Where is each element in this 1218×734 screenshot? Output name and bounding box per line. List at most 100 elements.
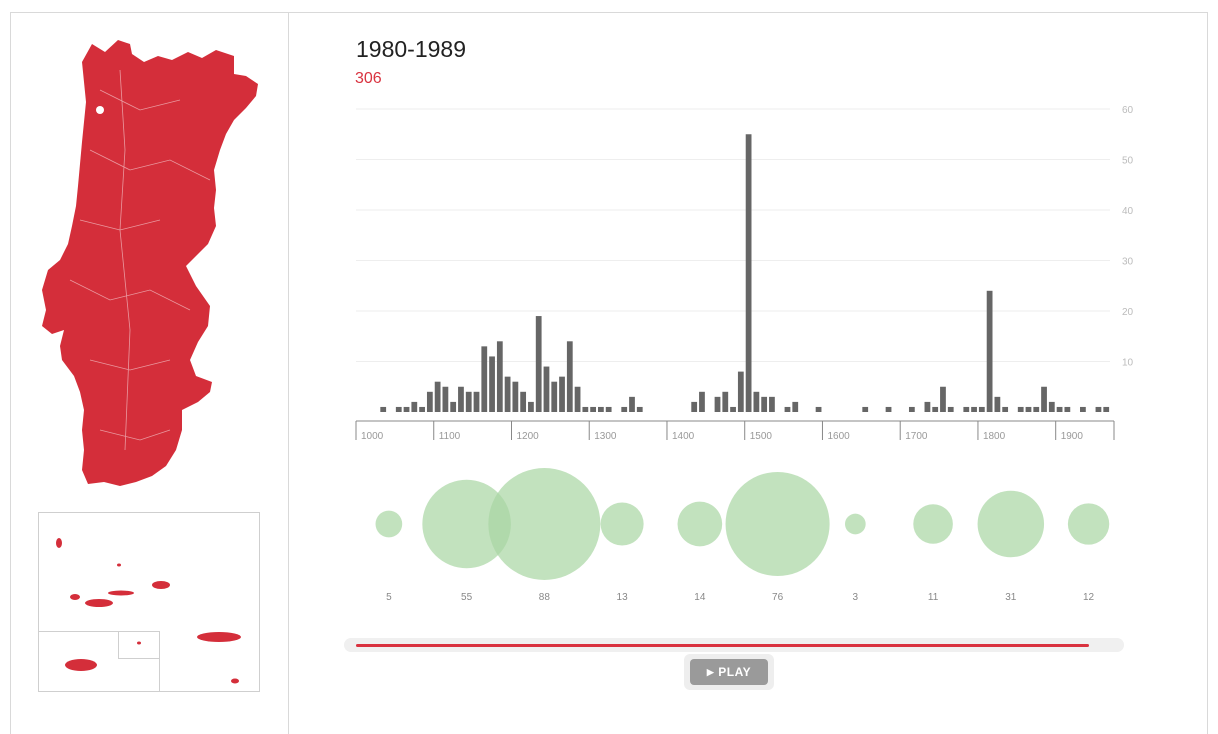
histogram-bar: [1033, 406, 1040, 412]
bubble: [375, 510, 403, 538]
x-tick-label: 1100: [439, 431, 461, 442]
x-tick-label: 1600: [827, 431, 850, 442]
histogram-bar: [450, 401, 457, 412]
x-tick-label: 1800: [983, 431, 1006, 442]
histogram-bar: [559, 376, 565, 412]
bubble-label: 13: [617, 592, 629, 603]
histogram-bar: [582, 406, 589, 412]
timeline-slider[interactable]: [344, 638, 1124, 652]
timeline-progress[interactable]: [356, 644, 1090, 647]
histogram-bar: [769, 396, 775, 412]
histogram-bar: [1056, 406, 1063, 412]
histogram-bar: [426, 391, 433, 412]
y-tick-label: 50: [1122, 156, 1134, 167]
histogram-bar: [932, 406, 939, 412]
play-button-label: PLAY: [718, 665, 752, 679]
histogram-bar: [442, 386, 449, 412]
histogram-bar: [761, 396, 768, 412]
x-tick-label: 1300: [594, 431, 617, 442]
histogram-bar: [691, 401, 698, 412]
x-tick-label: 1500: [750, 431, 773, 442]
bubble: [600, 502, 644, 546]
x-tick-label: 1400: [672, 431, 695, 442]
histogram-bar: [496, 341, 503, 412]
histogram-bar: [1103, 406, 1110, 412]
histogram-bar: [1017, 406, 1024, 412]
histogram-bar: [978, 406, 985, 412]
bubble-label: 11: [928, 592, 939, 603]
play-button[interactable]: ▶ PLAY: [690, 659, 768, 685]
histogram-bar: [745, 134, 752, 412]
histogram-bar: [535, 316, 542, 412]
bubble: [1067, 503, 1110, 545]
histogram-bar: [473, 391, 480, 412]
histogram-bar: [411, 401, 418, 412]
histogram-bar: [403, 406, 410, 412]
histogram-bar: [737, 371, 744, 412]
bubble-label: 76: [772, 592, 784, 603]
grid-lines: [356, 108, 1110, 362]
x-tick-label: 1000: [361, 431, 384, 442]
histogram-bars: [380, 134, 1110, 412]
y-tick-label: 40: [1122, 206, 1134, 217]
histogram-bar: [481, 346, 488, 412]
histogram-bar: [458, 386, 464, 412]
bubble-label: 14: [694, 592, 706, 603]
histogram-bar: [1080, 406, 1086, 412]
histogram-bar: [862, 406, 869, 412]
bubble: [725, 471, 830, 577]
bubble-label: 5: [386, 592, 392, 603]
bubble-label: 3: [853, 592, 859, 603]
play-button-container: ▶ PLAY: [684, 654, 774, 690]
histogram-bar: [1048, 401, 1055, 412]
play-icon: ▶: [706, 666, 715, 677]
histogram-bar: [1064, 406, 1071, 412]
histogram-bar: [434, 381, 441, 412]
histogram-bar: [784, 406, 791, 412]
histogram-bar: [489, 356, 495, 412]
histogram-bar: [574, 386, 581, 412]
bubble-row: [375, 468, 1110, 580]
x-axis: 1000 1100 1200 1300 1400 1500 1600 1700 1800 1900: [355, 420, 1115, 442]
bubble-labels: 5 55 88 13 14 76 3 11 31 12: [386, 592, 1094, 603]
histogram-bar: [1095, 406, 1102, 412]
histogram-bar: [528, 401, 534, 412]
histogram-bar: [924, 401, 931, 412]
bubble: [913, 504, 953, 544]
bubble-label: 31: [1005, 592, 1017, 603]
histogram-bar: [971, 406, 977, 412]
histogram-bar: [551, 381, 558, 412]
y-tick-label: 10: [1122, 358, 1134, 369]
bubble: [677, 501, 723, 547]
histogram-bar: [885, 406, 892, 412]
histogram-bar: [566, 341, 573, 412]
bubble-label: 88: [539, 592, 551, 603]
histogram-bar: [419, 406, 425, 412]
histogram-bar: [512, 381, 519, 412]
chart-area: 10 20 30 40 50 60 1000 1100 1200 1300 1400 1500 160…: [355, 105, 1134, 603]
histogram-bar: [465, 391, 472, 412]
histogram-bar: [722, 391, 729, 412]
histogram-bar: [1002, 406, 1009, 412]
bubble-label: 12: [1083, 592, 1095, 603]
histogram-bar: [1025, 406, 1032, 412]
histogram-bar: [986, 290, 993, 412]
histogram-bar: [908, 406, 915, 412]
x-tick-label: 1900: [1061, 431, 1084, 442]
histogram-bar: [699, 391, 705, 412]
histogram-bar: [380, 406, 387, 412]
histogram-bar: [753, 391, 760, 412]
histogram-bar: [940, 386, 946, 412]
histogram-bar: [963, 406, 970, 412]
histogram-bar: [629, 396, 635, 412]
histogram-bar: [520, 391, 527, 412]
histogram-bar: [714, 396, 721, 412]
histogram-bar: [590, 406, 597, 412]
y-tick-label: 20: [1122, 307, 1134, 318]
y-axis-labels: 10 20 30 40 50 60: [1122, 105, 1134, 369]
bubble: [977, 490, 1045, 558]
histogram-bar: [994, 396, 1001, 412]
histogram-bar: [1041, 386, 1047, 412]
histogram-bar: [504, 376, 511, 412]
histogram-bar: [815, 406, 822, 412]
